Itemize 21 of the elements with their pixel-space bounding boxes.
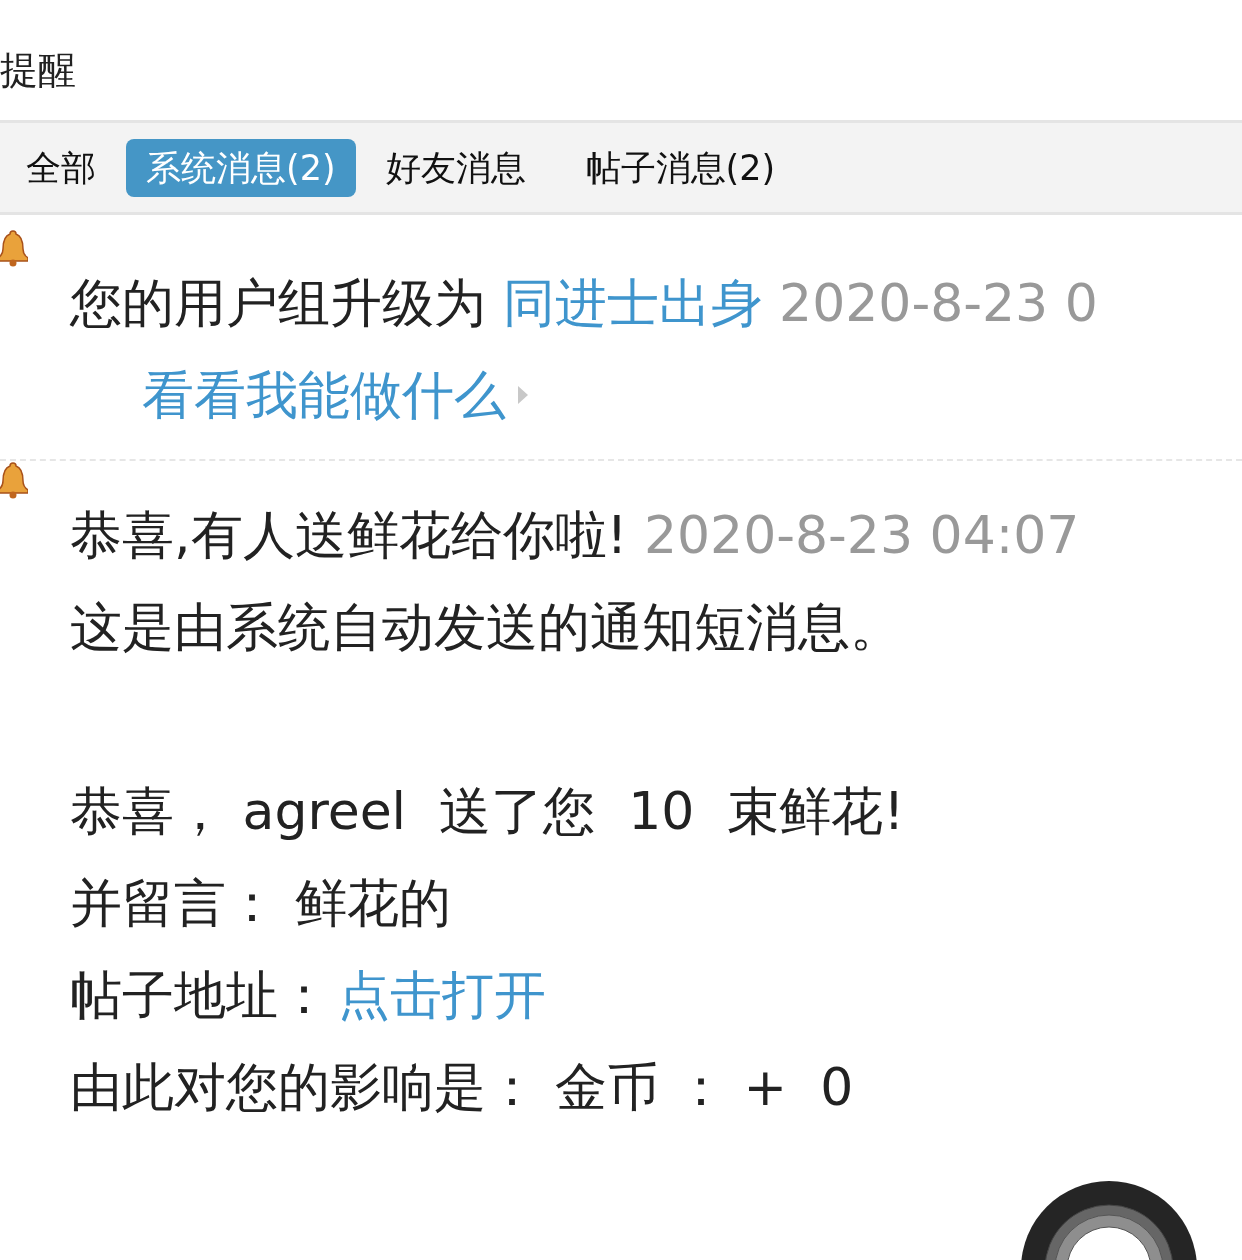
ring-icon[interactable] xyxy=(1020,1180,1198,1260)
timestamp: 2020-8-23 04:07 xyxy=(643,505,1080,565)
message-title: 恭喜,有人送鲜花给你啦! xyxy=(70,505,628,565)
message-line: 帖子地址： xyxy=(70,965,330,1025)
message-text: 您的用户组升级为 xyxy=(70,273,486,333)
tab[interactable]: 系统消息(2) xyxy=(126,138,356,197)
tab[interactable]: 全部 xyxy=(6,138,116,197)
tab[interactable]: 好友消息 xyxy=(365,138,546,197)
message-line: 并留言： 鲜花的 xyxy=(70,873,451,933)
bell-icon xyxy=(0,461,28,499)
message-line: 恭喜， agreel 送了您 10 束鲜花! xyxy=(70,781,905,841)
bell-icon xyxy=(0,229,28,267)
timestamp: 2020-8-23 0 xyxy=(779,273,1098,333)
message-line: 这是由系统自动发送的通知短消息。 xyxy=(70,597,902,657)
page-title: 提醒 xyxy=(0,47,77,92)
group-link[interactable]: 同进士出身 xyxy=(502,273,763,333)
message-line: 由此对您的影响是： 金币 ： + 0 xyxy=(70,1057,854,1117)
more-link[interactable]: 看看我能做什么 xyxy=(142,349,528,441)
open-link[interactable]: 点击打开 xyxy=(338,965,546,1025)
tab[interactable]: 帖子消息(2) xyxy=(565,138,796,197)
caret-icon xyxy=(518,386,528,404)
